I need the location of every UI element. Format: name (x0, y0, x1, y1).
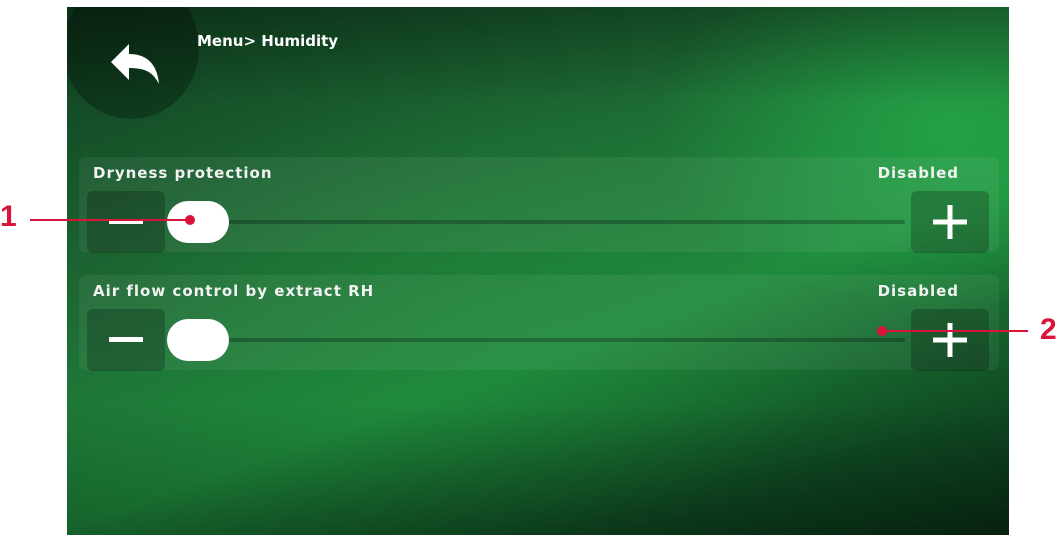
humidity-screen: Menu> Humidity Dryness protection Disabl… (67, 7, 1009, 535)
callout-line-1 (30, 219, 190, 221)
callout-line-2 (882, 330, 1028, 332)
callout-dot-1 (185, 215, 195, 225)
back-button[interactable] (67, 7, 199, 119)
plus-icon (933, 205, 967, 239)
setting-label: Dryness protection (93, 164, 273, 182)
increase-button[interactable] (911, 191, 989, 253)
callout-number-1: 1 (0, 200, 17, 233)
setting-label: Air flow control by extract RH (93, 282, 375, 300)
setting-status: Disabled (877, 282, 959, 300)
setting-row-dryness-protection: Dryness protection Disabled (79, 157, 999, 253)
setting-row-air-flow-control: Air flow control by extract RH Disabled (79, 275, 999, 371)
decrease-button[interactable] (87, 309, 165, 371)
slider-track[interactable] (175, 220, 905, 224)
breadcrumb: Menu> Humidity (197, 32, 339, 50)
decrease-button[interactable] (87, 191, 165, 253)
slider-track[interactable] (175, 338, 905, 342)
minus-icon (109, 337, 143, 342)
slider-thumb[interactable] (167, 201, 229, 243)
plus-icon (933, 323, 967, 357)
callout-number-2: 2 (1040, 313, 1057, 346)
setting-status: Disabled (877, 164, 959, 182)
increase-button[interactable] (911, 309, 989, 371)
back-arrow-icon (111, 44, 159, 84)
slider-thumb[interactable] (167, 319, 229, 361)
annotated-screenshot: Menu> Humidity Dryness protection Disabl… (0, 0, 1062, 535)
